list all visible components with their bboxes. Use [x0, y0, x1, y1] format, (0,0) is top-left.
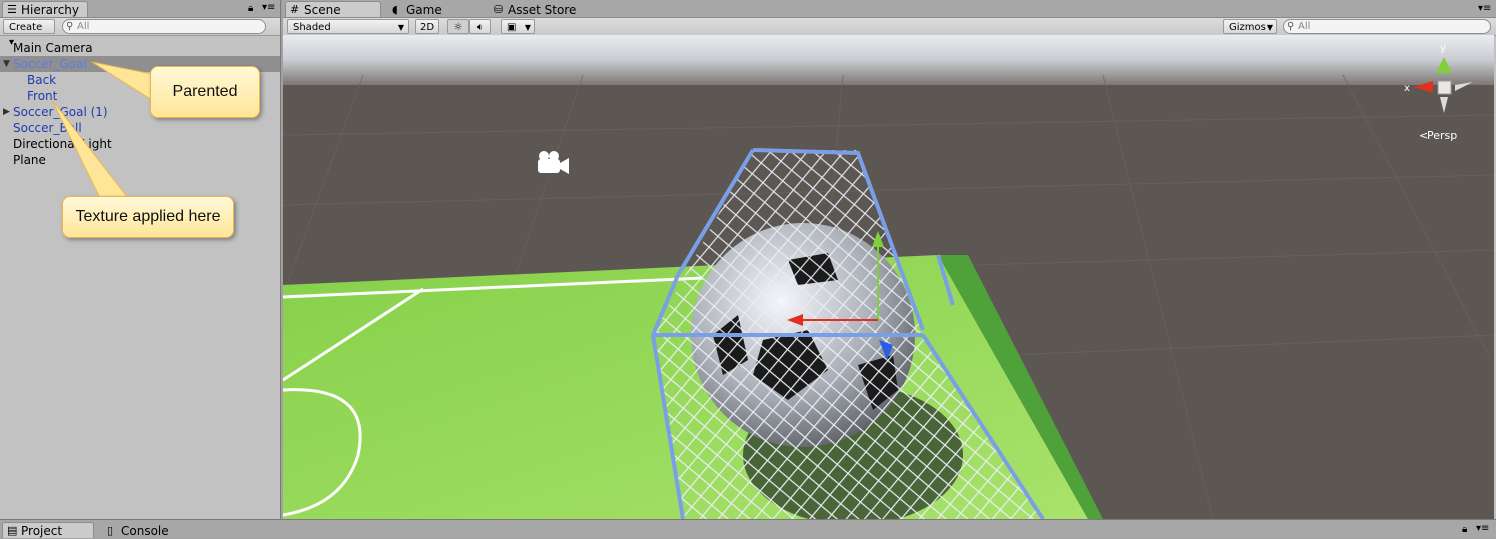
pacman-icon: ◖ — [392, 3, 398, 16]
axis-y-label: y — [1440, 43, 1446, 54]
parented-pointer — [91, 61, 153, 101]
sky-horizon — [283, 35, 1494, 85]
speaker-icon: 🔉︎ — [476, 22, 484, 33]
audio-toggle[interactable]: 🔉︎ — [469, 19, 491, 34]
scene-panel: # Scene ◖ Game ⛁ Asset Store ▾≡ Shaded ▼… — [283, 0, 1496, 519]
store-icon: ⛁ — [494, 3, 504, 16]
shading-mode-dropdown[interactable]: Shaded ▼ — [287, 19, 409, 34]
callout-parented-text: Parented — [172, 83, 238, 100]
tab-game[interactable]: ◖ Game — [387, 1, 483, 17]
tab-asset-store[interactable]: ⛁ Asset Store — [489, 1, 599, 17]
axis-x-label: x — [1404, 83, 1410, 94]
panel-menu-icon[interactable]: ▾≡ — [1476, 523, 1489, 534]
projection-label[interactable]: Persp — [1427, 129, 1457, 142]
scene-render: y x < Persp — [283, 35, 1494, 519]
gizmos-dropdown[interactable]: Gizmos ▼ — [1223, 19, 1277, 34]
gizmos-label: Gizmos — [1229, 22, 1266, 33]
chevron-down-icon: ▼ — [524, 23, 531, 32]
scene-search-placeholder: All — [1298, 21, 1311, 32]
callout-texture: Texture applied here — [62, 196, 234, 238]
scene-viewport[interactable]: y x < Persp — [283, 35, 1494, 519]
tab-project-label: Project — [21, 524, 63, 538]
callout-parented: Parented — [150, 66, 260, 118]
tab-project[interactable]: ▤ Project — [2, 522, 94, 538]
tab-game-label: Game — [406, 3, 442, 17]
grid-icon: # — [290, 3, 300, 16]
image-icon: ▣ — [507, 22, 517, 33]
texture-pointer — [51, 99, 130, 199]
bottom-panel-tabbar: ▤ Project ▯ Console 🔒︎ ▾≡ — [0, 519, 1496, 538]
shading-mode-value: Shaded — [293, 22, 331, 33]
callout-texture-text: Texture applied here — [75, 208, 221, 225]
lighting-toggle[interactable]: ☼ — [447, 19, 469, 34]
sun-icon: ☼ — [453, 22, 463, 33]
scene-search-input[interactable]: ⚲ All — [1283, 19, 1491, 34]
tab-asset-store-label: Asset Store — [508, 3, 577, 17]
tab-scene-label: Scene — [304, 3, 341, 17]
chevron-down-icon: ▼ — [1266, 23, 1273, 32]
scene-toolbar: Shaded ▼ 2D ☼ 🔉︎ ▣ ▼ Gizmos ▼ ⚲ All — [283, 18, 1496, 36]
effects-dropdown[interactable]: ▣ ▼ — [501, 19, 535, 34]
scene-tabbar: # Scene ◖ Game ⛁ Asset Store ▾≡ — [283, 0, 1496, 18]
panel-menu-icon[interactable]: ▾≡ — [1478, 3, 1491, 14]
search-icon: ⚲ — [1287, 21, 1295, 32]
lock-icon[interactable]: 🔒︎ — [1462, 524, 1467, 535]
chevron-down-icon: ▼ — [397, 23, 404, 32]
tab-console-label: Console — [121, 524, 169, 538]
tab-console[interactable]: ▯ Console — [102, 522, 192, 538]
2d-toggle[interactable]: 2D — [415, 19, 439, 34]
tab-scene[interactable]: # Scene — [285, 1, 381, 17]
